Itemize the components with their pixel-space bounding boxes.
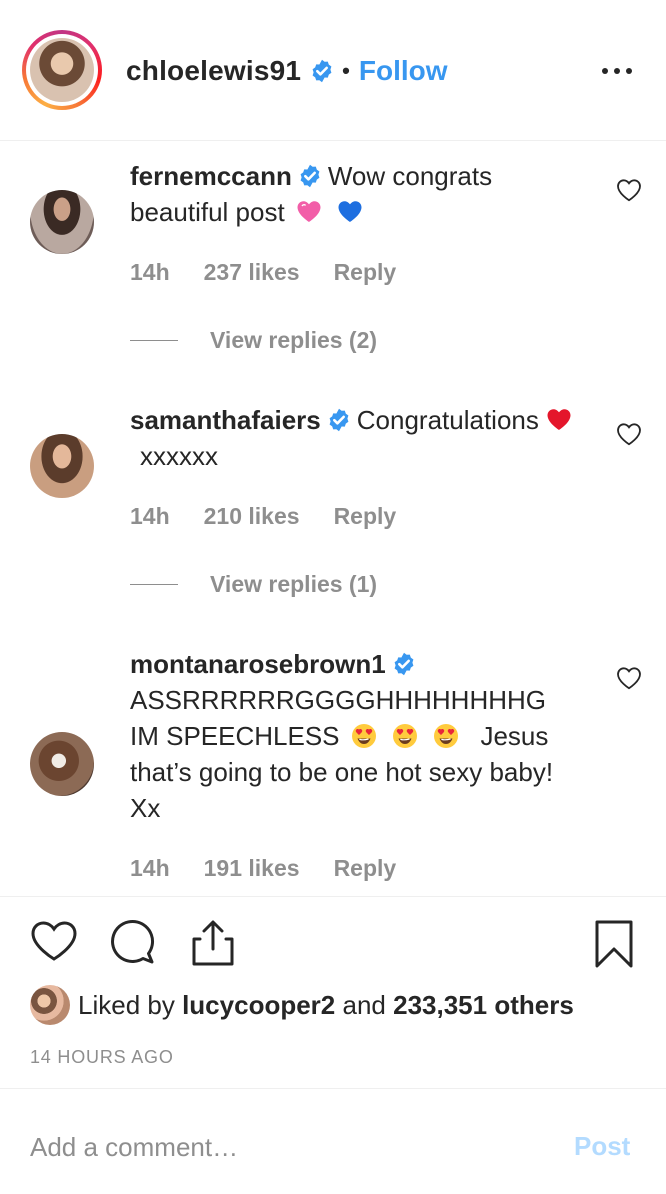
likes-count[interactable]: 233,351 others [393,990,574,1020]
liked-by-avatar[interactable] [30,985,70,1025]
like-icon[interactable] [30,919,78,963]
comment-likes[interactable]: 237 likes [204,259,300,286]
comment-icon[interactable] [110,919,158,965]
comment-input[interactable] [30,1127,530,1167]
post-actions: Liked by lucycooper2 and 233,351 others … [0,896,666,1088]
commenter-username[interactable]: montanarosebrown1 [130,649,386,679]
comment-text: montanarosebrown1 ASSRRRRRRGGGGHHHHHHHHG… [130,646,570,826]
like-comment-icon[interactable] [616,422,642,446]
share-icon[interactable] [190,919,236,967]
comment-meta: 14h 191 likes Reply [130,855,396,882]
pink-heart-emoji-icon [297,201,321,222]
verified-badge-icon [310,59,334,83]
comment-text: samanthafaiers Congratulations xxxxxx [130,402,590,474]
verified-badge-icon [298,164,322,188]
comment-meta: 14h 210 likes Reply [130,503,396,530]
commenter-avatar[interactable] [30,190,94,254]
divider [130,340,178,341]
post-button[interactable]: Post [574,1131,630,1162]
separator-dot: • [342,58,350,83]
divider [130,584,178,585]
view-replies-button[interactable]: View replies (2) [130,327,377,354]
comment-text: fernemccann Wow congrats beautiful post [130,158,590,230]
reply-button[interactable]: Reply [334,855,397,882]
view-replies-label: View replies (2) [210,327,378,353]
owner-username[interactable]: chloelewis91 [126,55,301,87]
blue-heart-emoji-icon [338,201,362,222]
verified-badge-icon [327,408,351,432]
post-header: chloelewis91 • Follow [0,0,666,141]
comment-likes[interactable]: 210 likes [204,503,300,530]
red-heart-emoji-icon [547,409,571,430]
heart-eyes-emoji-icon [392,723,418,749]
comment-body-tail: xxxxxx [140,441,218,471]
comment-time: 14h [130,259,170,285]
like-comment-icon[interactable] [616,666,642,690]
owner-avatar[interactable] [22,30,102,110]
liked-by: Liked by lucycooper2 and 233,351 others [30,985,574,1025]
comment-likes[interactable]: 191 likes [204,855,300,882]
comment-time: 14h [130,855,170,881]
commenter-username[interactable]: samanthafaiers [130,405,321,435]
commenter-avatar[interactable] [30,434,94,498]
liked-by-user[interactable]: lucycooper2 [182,990,335,1020]
bookmark-icon[interactable] [594,919,634,969]
liked-by-text: Liked by lucycooper2 and 233,351 others [78,990,574,1021]
post-timestamp[interactable]: 14 HOURS AGO [30,1047,174,1068]
verified-badge-icon [392,652,416,676]
reply-button[interactable]: Reply [334,259,397,286]
like-comment-icon[interactable] [616,178,642,202]
commenter-username[interactable]: fernemccann [130,161,292,191]
comment-meta: 14h 237 likes Reply [130,259,396,286]
view-replies-label: View replies (1) [210,571,378,597]
commenter-avatar[interactable] [30,732,94,796]
add-comment-bar: Post [0,1088,666,1194]
more-options-icon[interactable] [602,68,632,76]
owner-row: chloelewis91 • Follow [126,54,448,88]
heart-eyes-emoji-icon [351,723,377,749]
comment-time: 14h [130,503,170,529]
heart-eyes-emoji-icon [433,723,459,749]
liked-by-prefix: Liked by [78,989,175,1020]
reply-button[interactable]: Reply [334,503,397,530]
comment-body: Congratulations [356,405,539,435]
follow-button[interactable]: Follow [359,55,448,87]
liked-by-and: and [342,989,386,1020]
view-replies-button[interactable]: View replies (1) [130,571,377,598]
